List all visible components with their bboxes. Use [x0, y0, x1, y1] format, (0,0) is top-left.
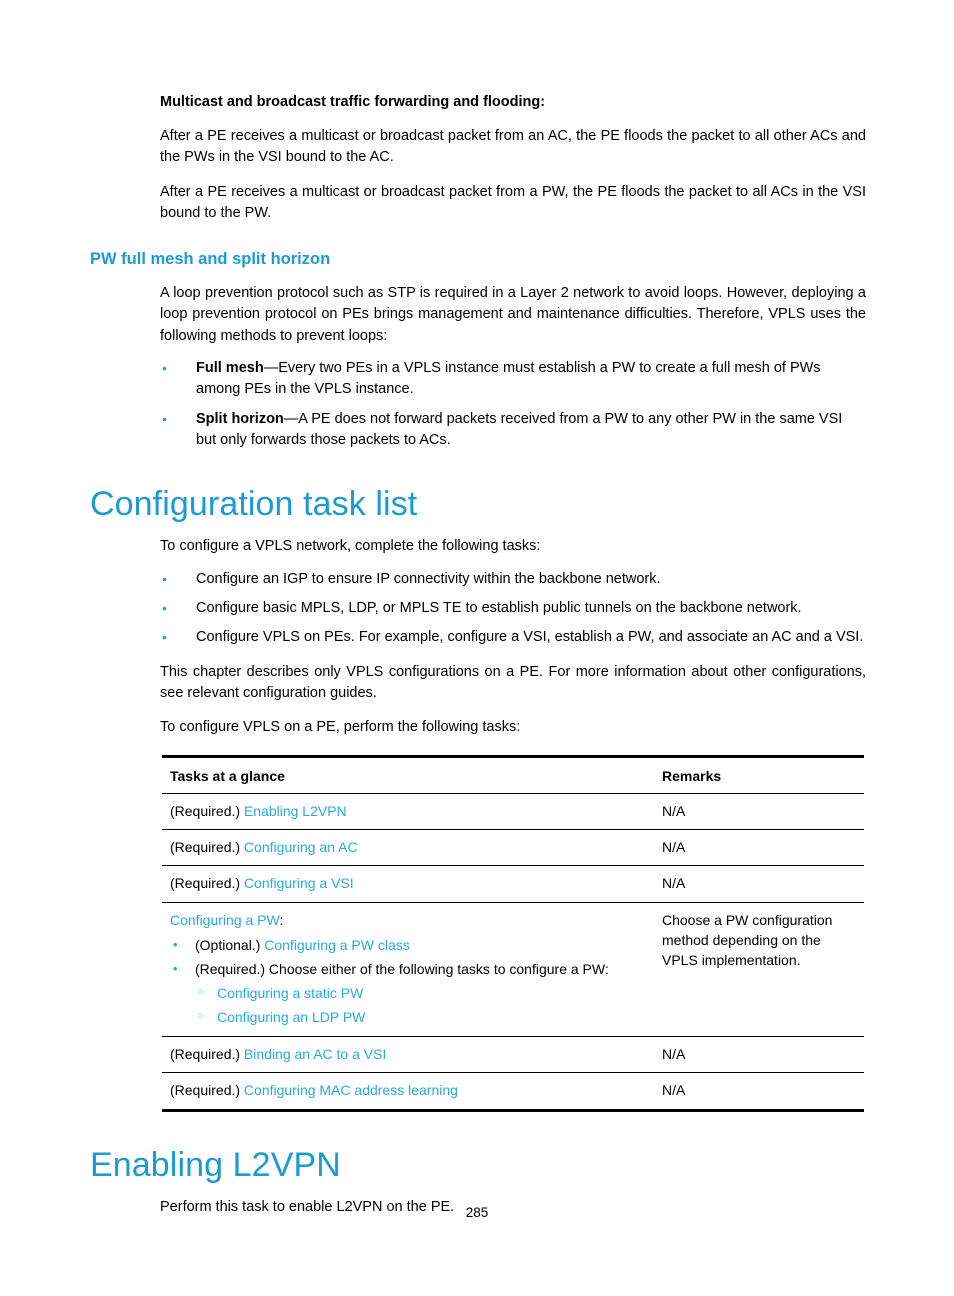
page-title-enabling-l2vpn: Enabling L2VPN — [90, 1145, 341, 1184]
tasks-table-wrapper: Tasks at a glance Remarks (Required.) En… — [90, 754, 866, 1112]
configuring-a-pw-link[interactable]: Configuring a PW — [170, 912, 279, 928]
page-content: Multicast and broadcast traffic forwardi… — [90, 92, 866, 1218]
pw-title-line: Configuring a PW: — [170, 910, 650, 930]
bullet-icon: • — [162, 360, 167, 376]
task-prefix: (Required.) — [170, 875, 244, 892]
remarks-cell: N/A — [654, 1036, 864, 1074]
bullet-icon: • — [162, 410, 167, 427]
multicast-paragraph-2: After a PE receives a multicast or broad… — [160, 183, 866, 221]
config-task-intro: To configure a VPLS network, complete th… — [160, 538, 541, 555]
remarks-cell: N/A — [654, 865, 864, 903]
list-item-prefix: (Optional.) — [195, 937, 265, 953]
section-heading-pw-full-mesh: PW full mesh and split horizon — [90, 250, 331, 269]
list-item: • Configure an IGP to ensure IP connectiv… — [160, 569, 866, 590]
task-link[interactable]: Configuring an AC — [244, 839, 358, 855]
column-header-remarks: Remarks — [654, 754, 864, 794]
hollow-circle-icon: ○ — [197, 1010, 204, 1022]
list-item-text: —A PE does not forward packets received … — [196, 410, 843, 448]
column-header-tasks: Tasks at a glance — [162, 754, 654, 794]
list-item-term: Full mesh — [196, 360, 264, 376]
ldp-pw-link[interactable]: Configuring an LDP PW — [217, 1009, 365, 1025]
task-prefix: (Required.) — [170, 1046, 244, 1062]
multicast-lead-heading: Multicast and broadcast traffic forwardi… — [160, 94, 546, 110]
pw-sub-bullets: ○ Configuring a static PW ○ Configuring an… — [195, 983, 650, 1028]
list-item: • (Required.) Choose either of the follow… — [170, 959, 650, 1028]
list-item: • (Optional.) Configuring a PW class — [170, 935, 650, 956]
bullet-icon: • — [173, 961, 178, 976]
page-number: 285 — [465, 1205, 489, 1220]
bullet-icon: • — [162, 599, 167, 616]
config-task-note: This chapter describes only VPLS configu… — [160, 663, 866, 701]
document-page: Multicast and broadcast traffic forwardi… — [0, 0, 954, 1296]
remarks-cell: N/A — [654, 793, 864, 831]
list-item: • Full mesh—Every two PEs in a VPLS insta… — [160, 358, 866, 401]
table-row: (Required.) Enabling L2VPN N/A — [162, 793, 864, 831]
task-prefix: (Required.) — [170, 802, 244, 819]
remarks-cell: N/A — [654, 1072, 864, 1112]
table-row: (Required.) Configuring MAC address lear… — [162, 1072, 864, 1112]
config-task-bullets: • Configure an IGP to ensure IP connectiv… — [90, 569, 866, 649]
task-link[interactable]: Enabling L2VPN — [244, 803, 347, 819]
task-link[interactable]: Binding an AC to a VSI — [244, 1046, 386, 1062]
list-item-text: —Every two PEs in a VPLS instance must e… — [196, 360, 821, 398]
page-title-configuration-task-list: Configuration task list — [90, 485, 418, 524]
bullet-icon: • — [162, 629, 167, 646]
config-table-intro: To configure VPLS on a PE, perform the f… — [160, 719, 521, 736]
task-cell: (Required.) Enabling L2VPN — [162, 793, 654, 831]
list-item-text: Configure VPLS on PEs. For example, conf… — [196, 629, 864, 646]
hollow-circle-icon: ○ — [197, 986, 204, 998]
list-item: ○ Configuring an LDP PW — [195, 1007, 650, 1028]
pw-title-suffix: : — [279, 911, 284, 928]
task-cell: (Required.) Binding an AC to a VSI — [162, 1036, 654, 1074]
pw-section-paragraph: A loop prevention protocol such as STP i… — [160, 285, 866, 344]
bullet-icon: • — [162, 570, 167, 587]
table-row: (Required.) Configuring an AC N/A — [162, 829, 864, 867]
tasks-at-a-glance-table: Tasks at a glance Remarks (Required.) En… — [162, 754, 864, 1112]
table-row-configuring-a-pw: Configuring a PW: • (Optional.) Configuri… — [162, 902, 864, 1038]
list-item-prefix: (Required.) Choose either of the followi… — [195, 961, 609, 977]
bullet-icon: • — [173, 937, 178, 952]
list-item: • Configure basic MPLS, LDP, or MPLS TE t… — [160, 598, 866, 619]
task-cell: (Required.) Configuring a VSI — [162, 865, 654, 903]
list-item: • Split horizon—A PE does not forward pac… — [160, 409, 866, 452]
table-header-row: Tasks at a glance Remarks — [162, 754, 864, 794]
pw-task-bullets: • (Optional.) Configuring a PW class • (Re… — [170, 935, 650, 1028]
task-cell-pw: Configuring a PW: • (Optional.) Configuri… — [162, 902, 654, 1038]
static-pw-link[interactable]: Configuring a static PW — [217, 985, 363, 1001]
table-row: (Required.) Binding an AC to a VSI N/A — [162, 1036, 864, 1074]
task-link[interactable]: Configuring MAC address learning — [244, 1082, 458, 1098]
list-item: • Configure VPLS on PEs. For example, con… — [160, 627, 866, 648]
list-item-term: Split horizon — [196, 410, 284, 427]
pw-class-link[interactable]: Configuring a PW class — [264, 937, 410, 953]
task-cell: (Required.) Configuring MAC address lear… — [162, 1072, 654, 1112]
task-link[interactable]: Configuring a VSI — [244, 875, 354, 891]
pw-methods-list: • Full mesh—Every two PEs in a VPLS insta… — [90, 358, 866, 451]
task-cell: (Required.) Configuring an AC — [162, 829, 654, 867]
multicast-paragraph-1: After a PE receives a multicast or broad… — [160, 128, 866, 166]
list-item: ○ Configuring a static PW — [195, 983, 650, 1004]
list-item-text: Configure an IGP to ensure IP connectivi… — [196, 570, 661, 587]
task-prefix: (Required.) — [170, 839, 244, 856]
remarks-cell: N/A — [654, 829, 864, 867]
task-prefix: (Required.) — [170, 1082, 244, 1099]
remarks-cell-pw: Choose a PW configuration method dependi… — [654, 902, 864, 1038]
table-row: (Required.) Configuring a VSI N/A — [162, 865, 864, 903]
list-item-text: Configure basic MPLS, LDP, or MPLS TE to… — [196, 599, 802, 616]
